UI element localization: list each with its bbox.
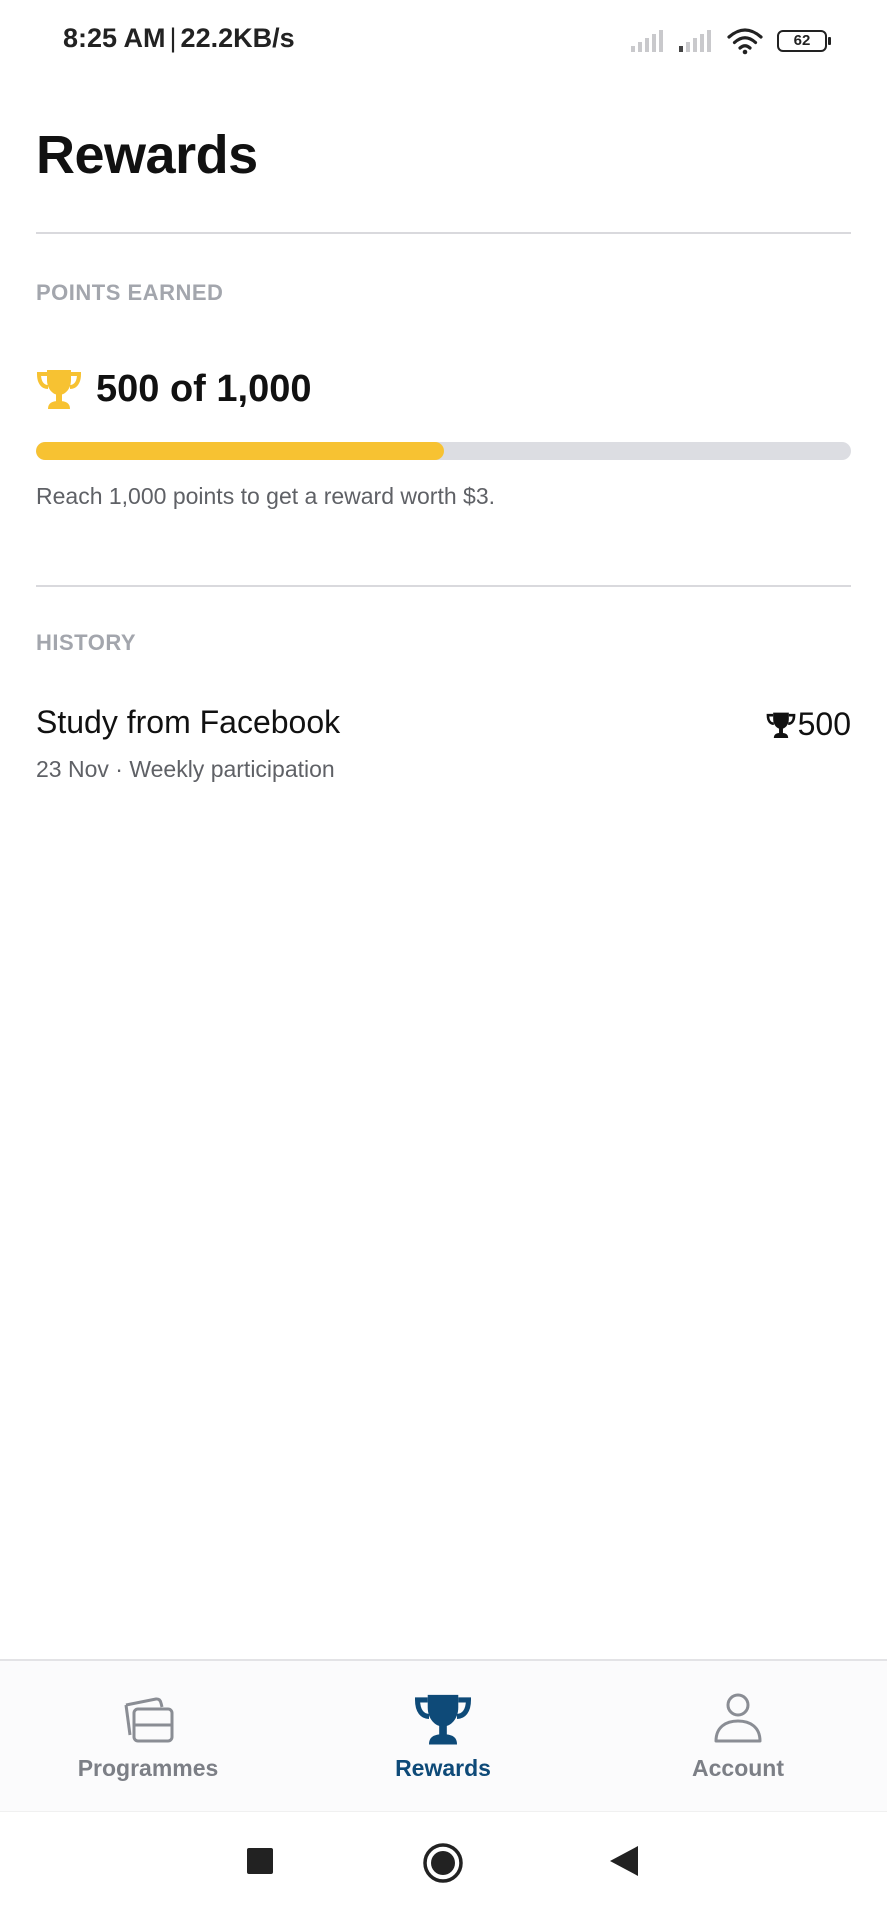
header-divider	[36, 232, 851, 234]
home-button[interactable]	[422, 1842, 464, 1884]
history-item-points: 500	[766, 706, 851, 743]
nav-label-programmes: Programmes	[77, 1755, 219, 1781]
recents-button[interactable]	[245, 1846, 275, 1876]
points-value: 500 of 1,000	[96, 367, 312, 410]
points-earned-heading: POINTS EARNED	[36, 280, 224, 305]
nav-item-rewards[interactable]: Rewards	[333, 1691, 553, 1801]
history-heading: HISTORY	[36, 630, 137, 655]
points-progress-bar	[36, 442, 851, 460]
system-nav-bar	[0, 1811, 887, 1920]
section-divider	[36, 585, 851, 587]
rewards-screen: 8:25 AM | 22.2KB/s 62 Rewards POINTS EAR…	[0, 0, 887, 1920]
nav-label-account: Account	[692, 1755, 784, 1781]
trophy-icon	[36, 367, 82, 411]
history-item[interactable]: Study from Facebook 23 Nov · Weekly part…	[36, 704, 851, 794]
person-icon	[708, 1691, 768, 1747]
network-speed: 22.2KB/s	[180, 23, 295, 53]
trophy-icon	[766, 712, 795, 738]
trophy-icon	[413, 1691, 473, 1747]
history-item-title: Study from Facebook	[36, 704, 341, 740]
signal-icon	[631, 29, 665, 53]
bottom-nav: Programmes Rewards Account	[0, 1659, 887, 1813]
status-left: 8:25 AM | 22.2KB/s	[63, 23, 295, 54]
battery-icon: 62	[777, 30, 831, 52]
programmes-icon	[118, 1691, 178, 1747]
nav-label-rewards: Rewards	[395, 1755, 491, 1781]
back-button[interactable]	[608, 1844, 640, 1878]
status-time: 8:25 AM	[63, 23, 166, 53]
nav-item-programmes[interactable]: Programmes	[38, 1691, 258, 1801]
wifi-icon	[727, 27, 763, 55]
history-item-points-value: 500	[797, 706, 851, 742]
points-summary: 500 of 1,000	[36, 364, 311, 414]
points-progress-fill	[36, 442, 444, 460]
reward-caption: Reach 1,000 points to get a reward worth…	[36, 483, 496, 509]
page-title: Rewards	[36, 125, 258, 185]
nav-item-account[interactable]: Account	[628, 1691, 848, 1801]
status-separator: |	[169, 23, 177, 53]
status-bar: 8:25 AM | 22.2KB/s 62	[0, 0, 887, 84]
history-item-subtitle: 23 Nov · Weekly participation	[36, 756, 335, 782]
status-icons: 62	[631, 24, 831, 58]
signal-icon	[679, 29, 713, 53]
